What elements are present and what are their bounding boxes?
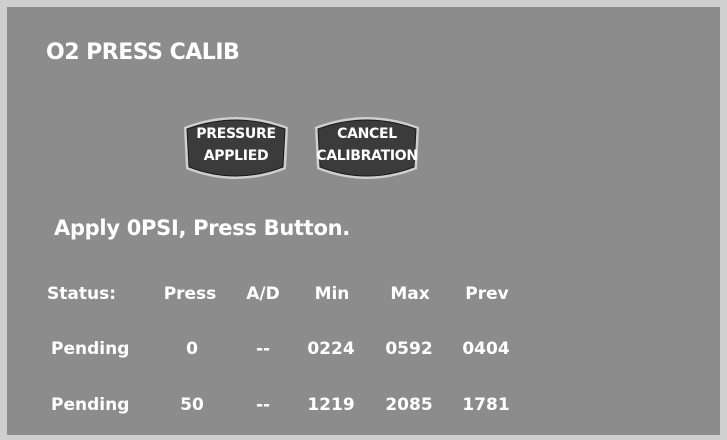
row1-min: 0224 — [307, 339, 355, 359]
pressure-applied-label-line1: PRESSURE — [196, 126, 276, 142]
row2-press: 50 — [180, 395, 204, 415]
header-status: Status: — [47, 284, 116, 304]
row1-status: Pending — [51, 339, 130, 359]
row1-press: 0 — [186, 339, 198, 359]
pressure-applied-label-line2: APPLIED — [203, 148, 269, 164]
row2-min: 1219 — [307, 395, 355, 415]
cancel-calibration-label-line2: CALIBRATION — [316, 148, 418, 164]
row2-max: 2085 — [385, 395, 433, 415]
calibration-screen: O2 PRESS CALIB PRESSURE APPLIED CANCEL C… — [0, 0, 727, 440]
instruction-text: Apply 0PSI, Press Button. — [54, 216, 350, 240]
header-min: Min — [314, 284, 350, 304]
header-max: Max — [390, 284, 430, 304]
row1-ad: -- — [255, 339, 271, 359]
row1-prev: 0404 — [462, 339, 510, 359]
row2-ad: -- — [255, 395, 271, 415]
cancel-calibration-button[interactable]: CANCEL CALIBRATION — [307, 109, 427, 188]
screen-title: O2 PRESS CALIB — [46, 40, 240, 65]
row2-prev: 1781 — [462, 395, 510, 415]
row1-max: 0592 — [385, 339, 433, 359]
row2-status: Pending — [51, 395, 130, 415]
cancel-calibration-label: CANCEL CALIBRATION — [307, 123, 427, 167]
header-ad: A/D — [246, 284, 280, 304]
header-prev: Prev — [465, 284, 509, 304]
pressure-applied-label: PRESSURE APPLIED — [176, 123, 296, 167]
pressure-applied-button[interactable]: PRESSURE APPLIED — [176, 109, 296, 188]
header-press: Press — [163, 284, 217, 304]
cancel-calibration-label-line1: CANCEL — [337, 126, 397, 142]
